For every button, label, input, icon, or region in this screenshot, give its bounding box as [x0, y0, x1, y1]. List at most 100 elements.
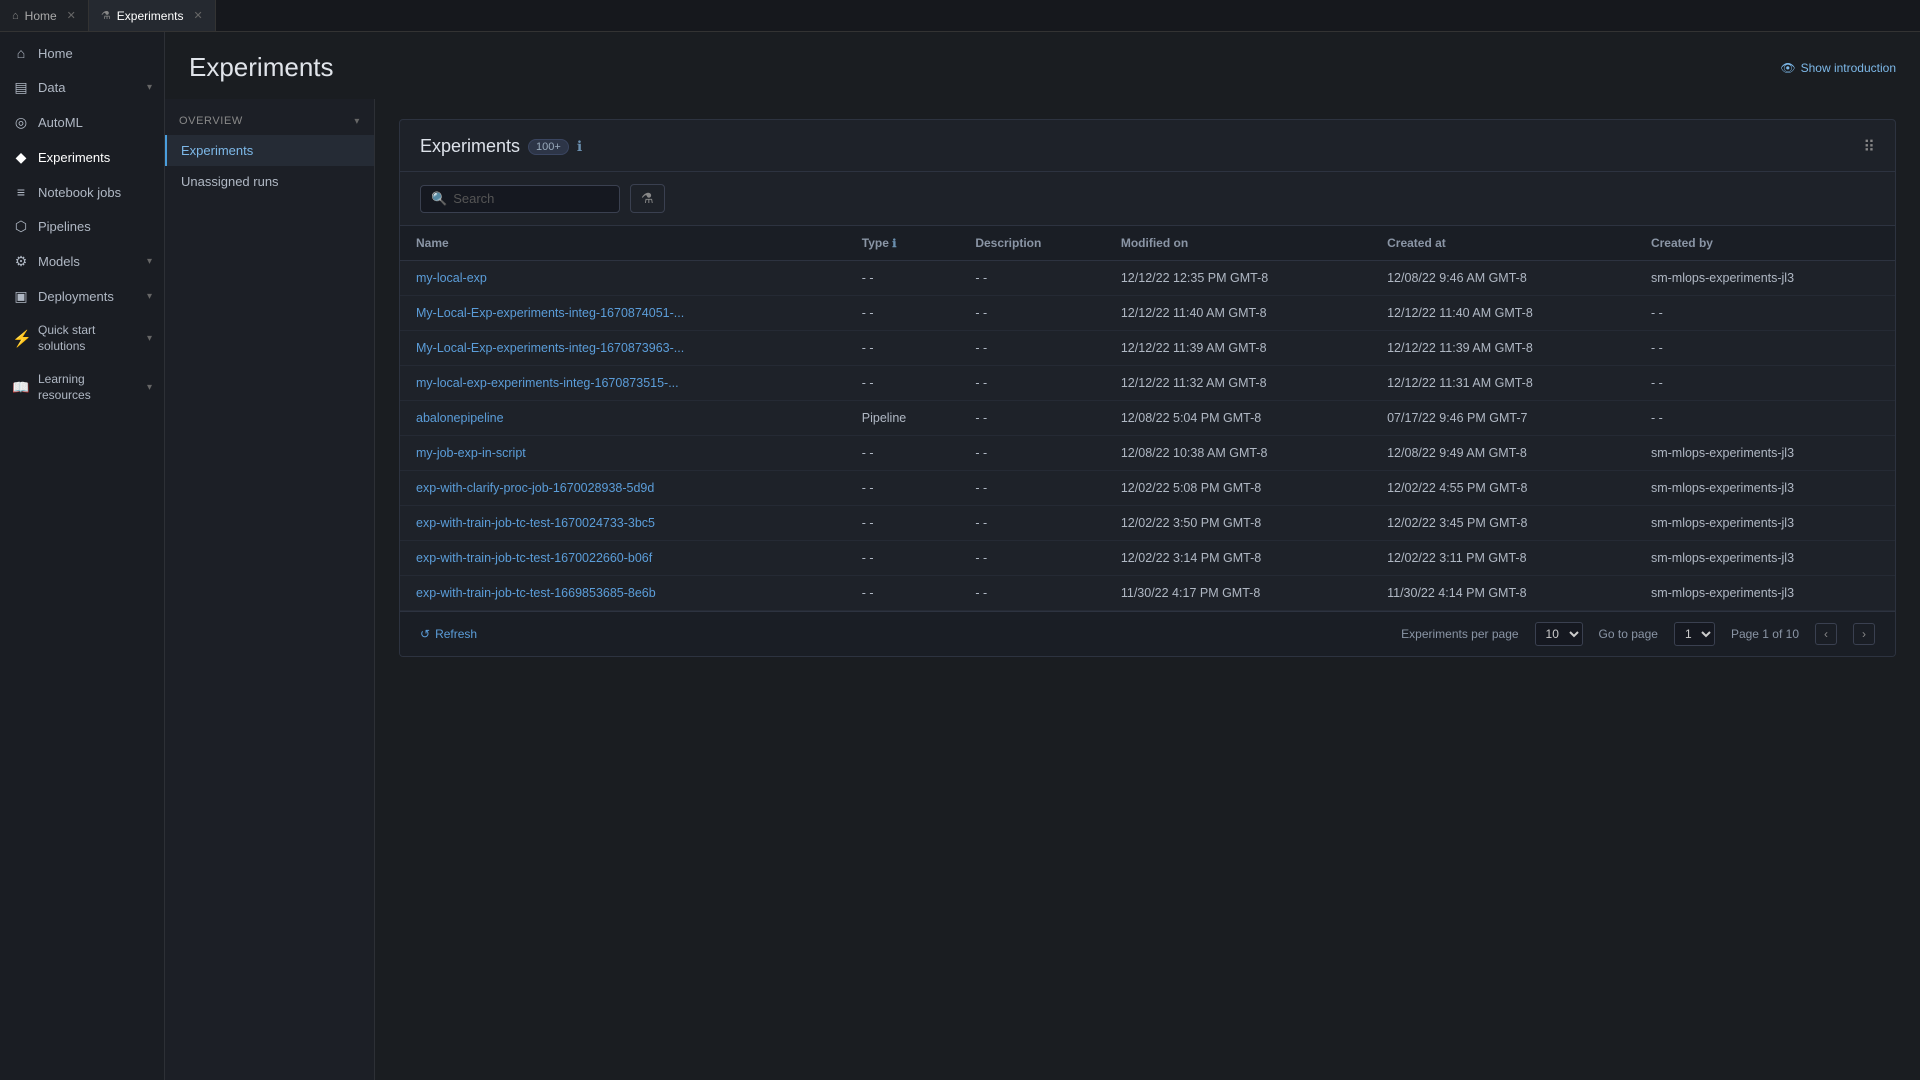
cell-name-2[interactable]: My-Local-Exp-experiments-integ-167087396… [400, 331, 846, 366]
cell-modified-4: 12/08/22 5:04 PM GMT-8 [1105, 401, 1371, 436]
cell-type-7: - - [846, 506, 960, 541]
cell-created-by-1: - - [1635, 296, 1895, 331]
cell-desc-3: - - [959, 366, 1105, 401]
cell-modified-9: 11/30/22 4:17 PM GMT-8 [1105, 576, 1371, 611]
overview-nav-unassigned[interactable]: Unassigned runs [165, 166, 374, 197]
table-toolbar: 🔍 ⚗ [400, 172, 1895, 226]
sidebar-item-deployments[interactable]: ▣ Deployments ▾ [0, 279, 164, 314]
cell-created-1: 12/12/22 11:40 AM GMT-8 [1371, 296, 1635, 331]
experiment-link-8[interactable]: exp-with-train-job-tc-test-1670022660-b0… [416, 551, 652, 565]
experiments-sidebar-icon: ◆ [12, 149, 30, 166]
table-footer: ↺ Refresh Experiments per page 10 25 50 … [400, 611, 1895, 656]
cell-name-9[interactable]: exp-with-train-job-tc-test-1669853685-8e… [400, 576, 846, 611]
cell-name-1[interactable]: My-Local-Exp-experiments-integ-167087405… [400, 296, 846, 331]
table-row: exp-with-train-job-tc-test-1670022660-b0… [400, 541, 1895, 576]
filter-button[interactable]: ⚗ [630, 184, 665, 213]
sidebar-item-home-label: Home [38, 46, 73, 61]
cell-name-8[interactable]: exp-with-train-job-tc-test-1670022660-b0… [400, 541, 846, 576]
tab-home[interactable]: ⌂ Home ✕ [0, 0, 89, 31]
cell-created-by-3: - - [1635, 366, 1895, 401]
experiment-link-4[interactable]: abalonepipeline [416, 411, 504, 425]
cell-created-7: 12/02/22 3:45 PM GMT-8 [1371, 506, 1635, 541]
goto-label: Go to page [1599, 627, 1658, 641]
columns-settings-icon[interactable]: ⠿ [1863, 137, 1875, 157]
table-header-row: Name Type ℹ Description Modified on Crea… [400, 226, 1895, 261]
tab-bar: ⌂ Home ✕ ⚗ Experiments ✕ [0, 0, 1920, 32]
type-info-icon[interactable]: ℹ [892, 238, 896, 250]
cell-desc-4: - - [959, 401, 1105, 436]
per-page-select[interactable]: 10 25 50 [1535, 622, 1583, 646]
tab-experiments-label: Experiments [117, 9, 184, 23]
sidebar-item-home[interactable]: ⌂ Home [0, 36, 164, 70]
inner-layout: OVERVIEW ▾ Experiments Unassigned runs E… [165, 99, 1920, 1080]
refresh-button[interactable]: ↺ Refresh [420, 627, 477, 641]
sidebar-item-pipelines[interactable]: ⬡ Pipelines [0, 209, 164, 244]
sidebar: ⌂ Home ▤ Data ▾ ◎ AutoML ◆ Experiments ≡… [0, 32, 165, 1080]
cell-type-3: - - [846, 366, 960, 401]
overview-chevron-icon: ▾ [354, 116, 360, 127]
sidebar-item-learning[interactable]: 📖 Learning resources ▾ [0, 363, 164, 412]
eye-icon: 👁 [1780, 61, 1795, 75]
cell-name-6[interactable]: exp-with-clarify-proc-job-1670028938-5d9… [400, 471, 846, 506]
experiment-link-3[interactable]: my-local-exp-experiments-integ-167087351… [416, 376, 679, 390]
overview-label: OVERVIEW [179, 115, 243, 127]
data-icon: ▤ [12, 79, 30, 96]
refresh-label: Refresh [435, 627, 477, 641]
col-created-at: Created at [1371, 226, 1635, 261]
experiments-header: Experiments 100+ ℹ ⠿ [400, 120, 1895, 172]
sidebar-item-automl[interactable]: ◎ AutoML [0, 105, 164, 140]
sidebar-item-experiments[interactable]: ◆ Experiments [0, 140, 164, 175]
experiment-link-9[interactable]: exp-with-train-job-tc-test-1669853685-8e… [416, 586, 656, 600]
experiment-link-5[interactable]: my-job-exp-in-script [416, 446, 526, 460]
col-type: Type ℹ [846, 226, 960, 261]
search-input[interactable] [453, 191, 609, 206]
col-name: Name [400, 226, 846, 261]
experiments-count-badge: 100+ [528, 139, 569, 155]
page-header: Experiments 👁 Show introduction [165, 32, 1920, 99]
sidebar-item-data[interactable]: ▤ Data ▾ [0, 70, 164, 105]
cell-created-by-9: sm-mlops-experiments-jl3 [1635, 576, 1895, 611]
experiment-link-6[interactable]: exp-with-clarify-proc-job-1670028938-5d9… [416, 481, 654, 495]
cell-created-by-5: sm-mlops-experiments-jl3 [1635, 436, 1895, 471]
experiments-panel-title: Experiments [420, 136, 520, 157]
cell-created-0: 12/08/22 9:46 AM GMT-8 [1371, 261, 1635, 296]
cell-modified-6: 12/02/22 5:08 PM GMT-8 [1105, 471, 1371, 506]
tab-experiments[interactable]: ⚗ Experiments ✕ [89, 0, 216, 31]
tab-home-close[interactable]: ✕ [67, 9, 76, 22]
experiment-link-1[interactable]: My-Local-Exp-experiments-integ-167087405… [416, 306, 684, 320]
next-page-button[interactable]: › [1853, 623, 1875, 645]
sidebar-item-automl-label: AutoML [38, 115, 83, 130]
sidebar-item-experiments-label: Experiments [38, 150, 110, 165]
table-row: my-local-exp-experiments-integ-167087351… [400, 366, 1895, 401]
cell-desc-0: - - [959, 261, 1105, 296]
cell-modified-7: 12/02/22 3:50 PM GMT-8 [1105, 506, 1371, 541]
experiments-info-icon[interactable]: ℹ [577, 138, 582, 155]
table-row: abalonepipeline Pipeline - - 12/08/22 5:… [400, 401, 1895, 436]
cell-type-8: - - [846, 541, 960, 576]
sidebar-item-pipelines-label: Pipelines [38, 219, 91, 234]
show-intro-button[interactable]: 👁 Show introduction [1780, 61, 1896, 75]
prev-page-button[interactable]: ‹ [1815, 623, 1837, 645]
cell-created-by-4: - - [1635, 401, 1895, 436]
experiment-link-7[interactable]: exp-with-train-job-tc-test-1670024733-3b… [416, 516, 655, 530]
cell-name-0[interactable]: my-local-exp [400, 261, 846, 296]
experiment-link-0[interactable]: my-local-exp [416, 271, 487, 285]
cell-modified-8: 12/02/22 3:14 PM GMT-8 [1105, 541, 1371, 576]
sidebar-item-models[interactable]: ⚙ Models ▾ [0, 244, 164, 279]
cell-created-4: 07/17/22 9:46 PM GMT-7 [1371, 401, 1635, 436]
tab-experiments-close[interactable]: ✕ [193, 9, 202, 22]
refresh-icon: ↺ [420, 627, 430, 641]
sidebar-item-notebook-label: Notebook jobs [38, 185, 121, 200]
cell-name-7[interactable]: exp-with-train-job-tc-test-1670024733-3b… [400, 506, 846, 541]
overview-nav-experiments[interactable]: Experiments [165, 135, 374, 166]
experiment-link-2[interactable]: My-Local-Exp-experiments-integ-167087396… [416, 341, 684, 355]
sidebar-item-data-label: Data [38, 80, 65, 95]
quick-start-icon: ⚡ [12, 329, 30, 349]
sidebar-item-notebook-jobs[interactable]: ≡ Notebook jobs [0, 175, 164, 209]
sidebar-item-quick-start[interactable]: ⚡ Quick start solutions ▾ [0, 314, 164, 363]
cell-name-3[interactable]: my-local-exp-experiments-integ-167087351… [400, 366, 846, 401]
goto-page-select[interactable]: 1 [1674, 622, 1715, 646]
cell-desc-7: - - [959, 506, 1105, 541]
sidebar-item-models-label: Models [38, 254, 80, 269]
sidebar-item-quick-start-label: Quick start solutions [38, 323, 139, 354]
